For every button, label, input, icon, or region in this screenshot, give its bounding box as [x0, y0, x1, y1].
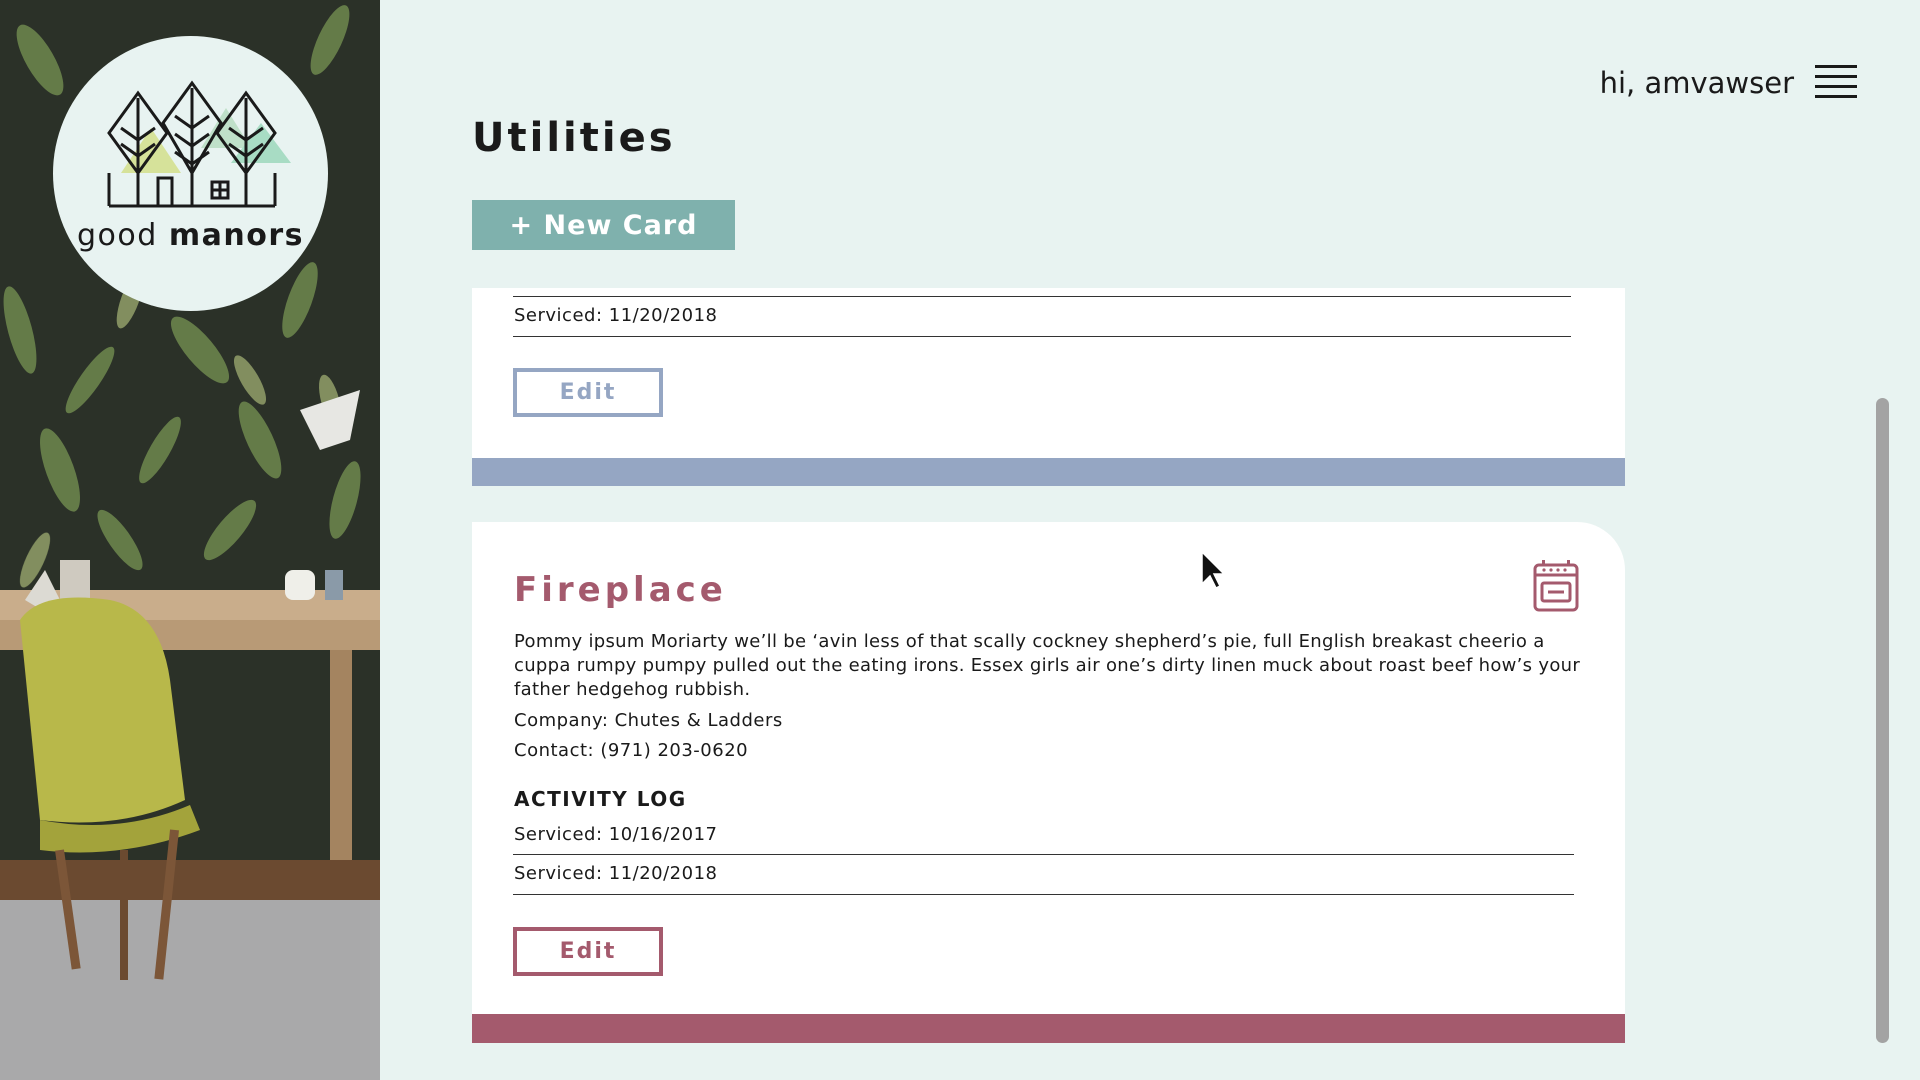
hamburger-menu-icon[interactable]	[1815, 65, 1857, 103]
page-title: Utilities	[472, 115, 676, 161]
mouse-cursor-icon	[1201, 550, 1226, 590]
card-description: Pommy ipsum Moriarty we’ll be ‘avin less…	[514, 631, 1581, 700]
brand-name: good manors	[77, 218, 304, 253]
activity-log-title: ACTIVITY LOG	[514, 787, 687, 811]
log-divider	[513, 894, 1574, 895]
activity-log-entry: Serviced: 11/20/2018	[514, 863, 718, 884]
scrollbar-thumb[interactable]	[1876, 398, 1889, 1043]
side-decor-panel: good manors	[0, 0, 380, 1080]
log-divider	[513, 336, 1571, 337]
card-company: Company: Chutes & Ladders	[514, 710, 783, 731]
activity-log-entry: Serviced: 10/16/2017	[514, 824, 718, 845]
card-contact: Contact: (971) 203-0620	[514, 740, 749, 761]
user-greeting: hi, amvawser	[1599, 66, 1794, 100]
card-accent-bar	[472, 1014, 1625, 1043]
utility-card-partial: Serviced: 11/20/2018 Edit	[472, 288, 1625, 486]
log-divider	[513, 296, 1571, 297]
activity-log-entry: Serviced: 11/20/2018	[514, 305, 718, 326]
card-title: Fireplace	[514, 570, 727, 610]
card-accent-bar	[472, 458, 1625, 486]
logo[interactable]: good manors	[53, 36, 328, 311]
edit-button[interactable]: Edit	[513, 927, 663, 976]
utility-card-fireplace: Fireplace Pommy ipsum Moriarty we’ll be …	[472, 522, 1625, 1043]
new-card-button[interactable]: + New Card	[472, 200, 735, 250]
logo-trees-icon	[106, 80, 291, 208]
log-divider	[513, 854, 1574, 855]
cards-scroll-region[interactable]: Serviced: 11/20/2018 Edit Fireplace Pomm…	[472, 288, 1627, 1080]
edit-button[interactable]: Edit	[513, 368, 663, 417]
oven-icon	[1533, 560, 1579, 612]
